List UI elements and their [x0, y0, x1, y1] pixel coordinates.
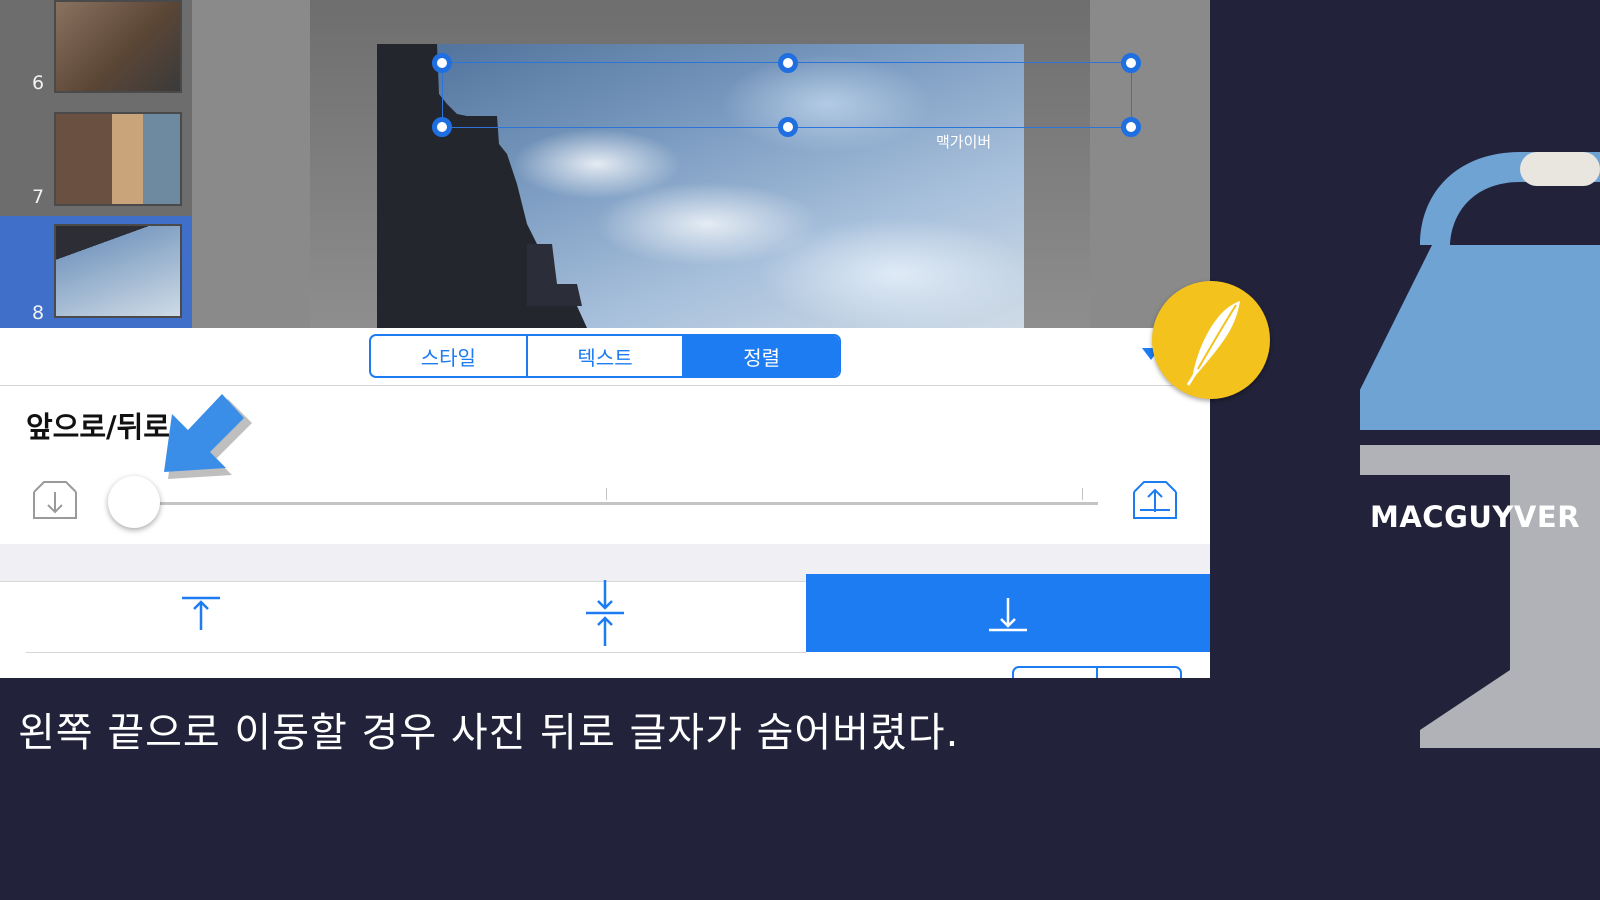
- resize-handle-bottom-center[interactable]: [778, 117, 798, 137]
- format-inspector-panel: 스타일 텍스트 정렬 앞으로/뒤로: [0, 328, 1210, 678]
- slide-number: 6: [32, 72, 45, 94]
- align-top-button[interactable]: [0, 574, 404, 652]
- resize-handle-top-left[interactable]: [432, 53, 452, 73]
- partial-segmented-control[interactable]: [1012, 666, 1182, 678]
- slide-thumbnail-6[interactable]: 6: [0, 0, 192, 98]
- tab-style[interactable]: 스타일: [371, 336, 528, 376]
- align-bottom-button[interactable]: [806, 574, 1210, 652]
- slide-thumbnail-image: [54, 112, 182, 206]
- feather-quill-icon: [1186, 301, 1240, 386]
- resize-handle-bottom-right[interactable]: [1121, 117, 1141, 137]
- vertical-align-control: [0, 574, 1210, 652]
- caption-subtitle: 왼쪽 끝으로 이동할 경우 사진 뒤로 글자가 숨어버렸다.: [18, 710, 960, 756]
- slide-photo[interactable]: [377, 44, 1024, 328]
- slider-tick: [606, 488, 607, 500]
- slide-thumbnail-7[interactable]: 7: [0, 106, 192, 212]
- send-to-back-icon[interactable]: [30, 478, 80, 522]
- row-divider: [26, 652, 806, 653]
- tabs-divider: [0, 385, 1210, 386]
- text-box-label[interactable]: 맥가이버: [936, 131, 991, 152]
- align-middle-button[interactable]: [404, 574, 808, 652]
- brand-name: MACGUYVER: [1370, 500, 1581, 534]
- building-silhouette: [377, 44, 587, 328]
- slide-number: 8: [32, 302, 45, 324]
- slider-tick: [1082, 488, 1083, 500]
- slide-number: 7: [32, 186, 45, 208]
- macguyver-brand-art: [1360, 152, 1600, 748]
- slide-thumbnail-image: [54, 224, 182, 318]
- slide-canvas-area: 6 7 8 맥가이버: [0, 0, 1210, 328]
- slide-navigator: 6 7 8: [0, 0, 192, 328]
- resize-handle-bottom-left[interactable]: [432, 117, 452, 137]
- section-title: 앞으로/뒤로: [26, 410, 170, 444]
- layer-slider-track[interactable]: [132, 502, 1098, 505]
- resize-handle-top-right[interactable]: [1121, 53, 1141, 73]
- bottom-align-icon: [989, 598, 1027, 632]
- slide-thumbnail-image: [54, 0, 182, 93]
- bring-to-front-icon[interactable]: [1130, 478, 1180, 522]
- layer-slider-knob[interactable]: [108, 476, 160, 528]
- slide-thumbnail-8[interactable]: 8: [0, 216, 192, 328]
- pointer-arrow-icon: [164, 394, 252, 479]
- inspector-tabs: 스타일 텍스트 정렬: [369, 334, 841, 378]
- resize-handle-top-center[interactable]: [778, 53, 798, 73]
- middle-align-icon: [586, 580, 624, 646]
- quill-logo-icon: [1152, 281, 1270, 399]
- tab-arrange[interactable]: 정렬: [684, 336, 839, 376]
- tab-text[interactable]: 텍스트: [528, 336, 685, 376]
- top-align-icon: [182, 596, 220, 630]
